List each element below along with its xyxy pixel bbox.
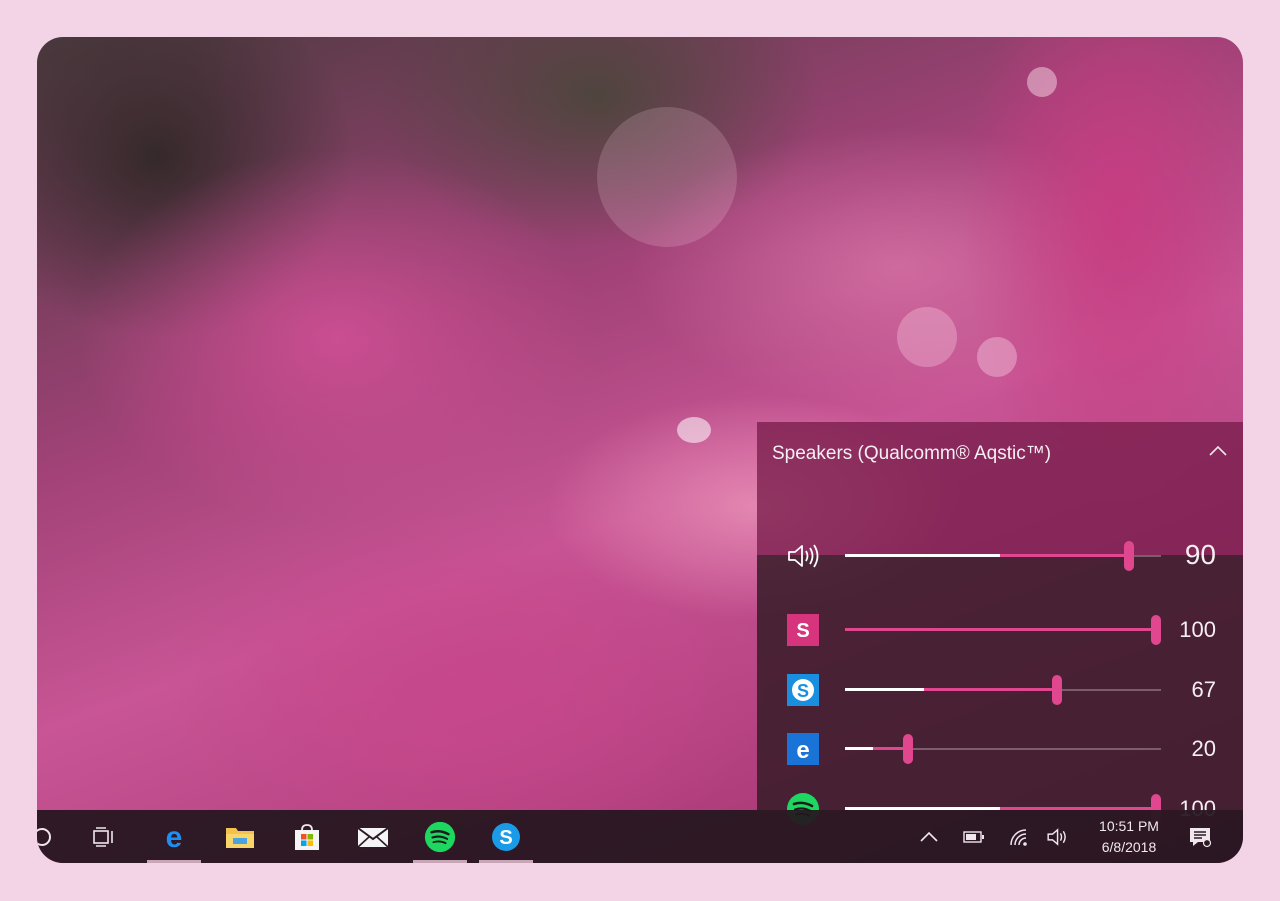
master-volume-value: 90 (1184, 539, 1216, 570)
app-volume-row-skype: S 67 (757, 665, 1243, 715)
spotify-icon (424, 821, 456, 852)
taskbar: e S 10:51 PM 6/8/2018 (37, 810, 1243, 863)
folder-icon (226, 827, 254, 848)
volume-mixer-flyout: Speakers (Qualcomm® Aqstic™) 90 S 100 S … (757, 422, 1243, 825)
skype-volume-slider[interactable] (845, 675, 1161, 705)
skype-volume-value: 67 (1191, 677, 1216, 702)
edge-volume-value: 20 (1191, 736, 1216, 761)
task-view-button[interactable] (77, 810, 131, 863)
taskbar-store-button[interactable] (280, 810, 334, 863)
taskbar-spotify-button[interactable] (413, 810, 467, 863)
wallpaper-bokeh (897, 307, 957, 367)
system-clock[interactable]: 10:51 PM 6/8/2018 (1085, 816, 1173, 858)
app-volume-row-edge: e 20 (757, 724, 1243, 774)
wallpaper-bokeh (677, 417, 711, 443)
desktop: Speakers (Qualcomm® Aqstic™) 90 S 100 S … (37, 37, 1243, 863)
slider-thumb[interactable] (1124, 541, 1134, 571)
svg-text:S: S (499, 827, 512, 849)
notifications-icon[interactable] (1187, 824, 1213, 850)
speaker-icon[interactable] (1046, 824, 1072, 850)
show-hidden-icons-chevron-up-icon[interactable] (916, 824, 942, 850)
master-volume-slider[interactable] (845, 541, 1161, 571)
master-volume-row: 90 (757, 531, 1243, 581)
edge-volume-slider[interactable] (845, 734, 1161, 764)
cortana-button[interactable] (37, 810, 69, 863)
mail-icon (357, 826, 389, 848)
taskbar-mail-button[interactable] (346, 810, 400, 863)
clock-date: 6/8/2018 (1101, 839, 1157, 855)
edge-app-icon[interactable]: e (785, 731, 821, 767)
slider-peak-meter (845, 554, 1000, 557)
cortana-icon (37, 827, 51, 846)
slack-volume-value: 100 (1179, 617, 1216, 642)
wallpaper-bokeh (977, 337, 1017, 377)
store-icon (295, 823, 319, 850)
slack-volume-slider[interactable] (845, 615, 1161, 645)
wifi-icon[interactable] (1006, 824, 1032, 850)
slider-peak-meter (845, 688, 924, 691)
edge-icon: e (166, 822, 183, 852)
taskbar-skype-button[interactable]: S (479, 810, 533, 863)
running-indicator (147, 860, 201, 863)
running-indicator (479, 860, 533, 863)
svg-text:e: e (166, 822, 183, 852)
collapse-chevron-icon[interactable] (1209, 444, 1227, 458)
slider-thumb[interactable] (1052, 675, 1062, 705)
wallpaper-bokeh (597, 107, 737, 247)
battery-icon[interactable] (961, 824, 987, 850)
app-volume-row-slack: S 100 (757, 605, 1243, 655)
taskbar-file-explorer-button[interactable] (213, 810, 267, 863)
slider-peak-meter (845, 747, 873, 750)
svg-text:e: e (796, 737, 809, 764)
task-view-icon (93, 826, 113, 847)
speaker-volume-icon[interactable] (785, 538, 821, 574)
svg-text:S: S (797, 681, 809, 701)
slider-thumb[interactable] (903, 734, 913, 764)
taskbar-edge-button[interactable]: e (147, 810, 201, 863)
slider-fill (845, 628, 1161, 631)
slack-app-icon[interactable]: S (785, 612, 821, 648)
skype-app-icon[interactable]: S (785, 672, 821, 708)
svg-text:S: S (796, 620, 809, 642)
clock-time: 10:51 PM (1099, 818, 1159, 834)
running-indicator (413, 860, 467, 863)
skype-icon: S (492, 822, 520, 851)
wallpaper-bokeh (1027, 67, 1057, 97)
audio-device-name[interactable]: Speakers (Qualcomm® Aqstic™) (772, 443, 1051, 465)
